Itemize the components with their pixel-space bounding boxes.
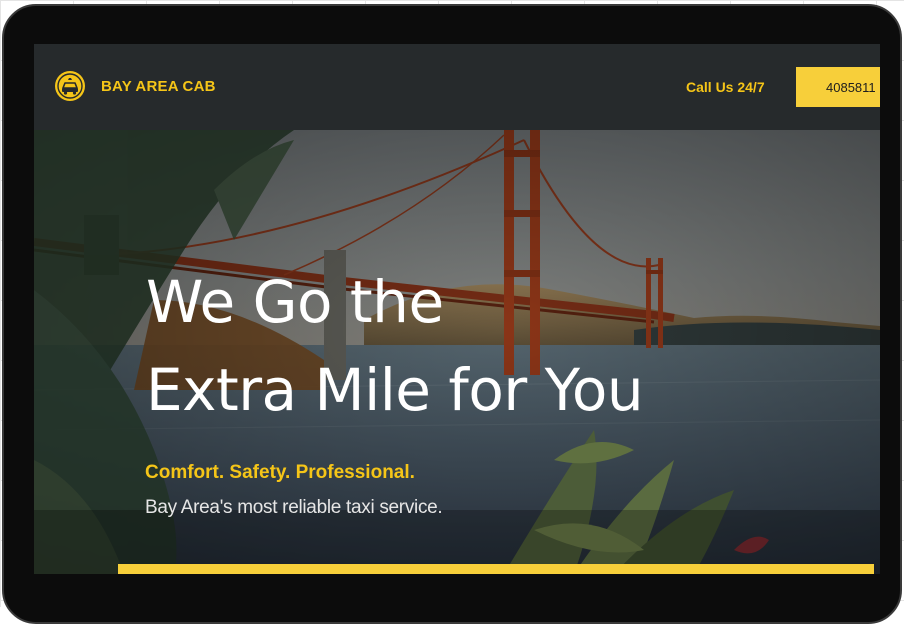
- taxi-logo-icon[interactable]: [54, 70, 86, 102]
- hero-headline-line1: We Go the: [146, 258, 643, 346]
- site-header: BAY AREA CAB Call Us 24/7 4085811: [34, 44, 880, 130]
- hero-tagline: Comfort. Safety. Professional.: [145, 462, 415, 484]
- brand-name[interactable]: BAY AREA CAB: [101, 78, 216, 95]
- website-screen: BAY AREA CAB Call Us 24/7 4085811: [34, 44, 880, 574]
- phone-number-button[interactable]: 4085811: [796, 67, 880, 107]
- hero-headline-line2: Extra Mile for You: [146, 346, 643, 434]
- call-us-label: Call Us 24/7: [686, 79, 765, 95]
- hero-bottom-accent-bar: [118, 564, 874, 574]
- hero-headline: We Go the Extra Mile for You: [146, 258, 643, 434]
- hero-subtitle: Bay Area's most reliable taxi service.: [145, 497, 442, 519]
- tablet-device-frame: BAY AREA CAB Call Us 24/7 4085811: [2, 4, 902, 624]
- hero-section: We Go the Extra Mile for You Comfort. Sa…: [34, 130, 880, 574]
